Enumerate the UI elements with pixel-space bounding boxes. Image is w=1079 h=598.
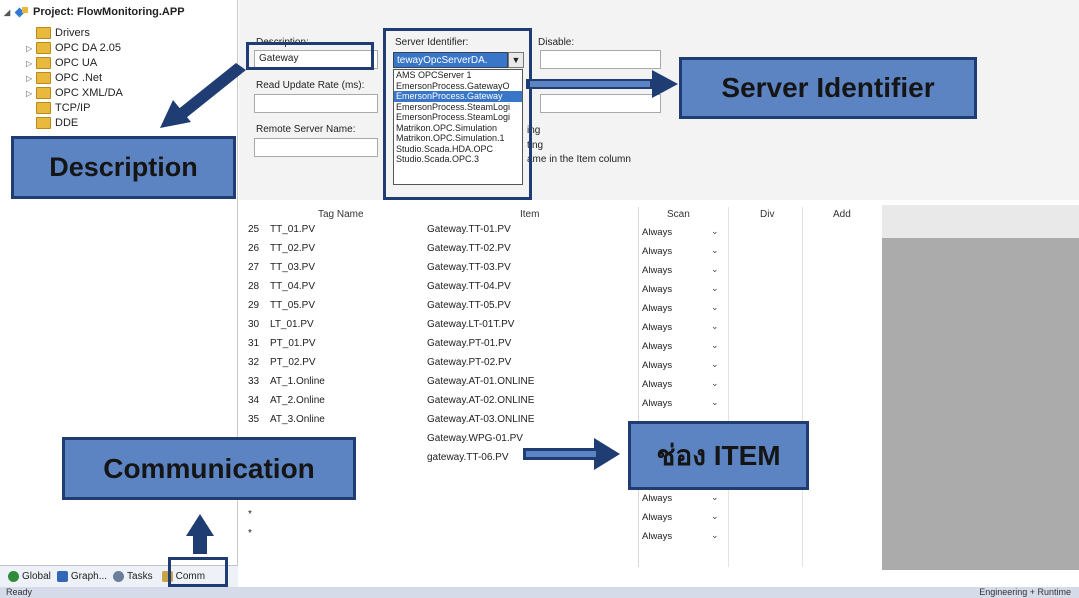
communication-arrow (186, 514, 214, 554)
server-identifier-arrow-fill (530, 81, 650, 87)
description-arrow (160, 63, 246, 128)
item-arrow-fill (526, 451, 596, 457)
callout-arrows (160, 63, 678, 554)
